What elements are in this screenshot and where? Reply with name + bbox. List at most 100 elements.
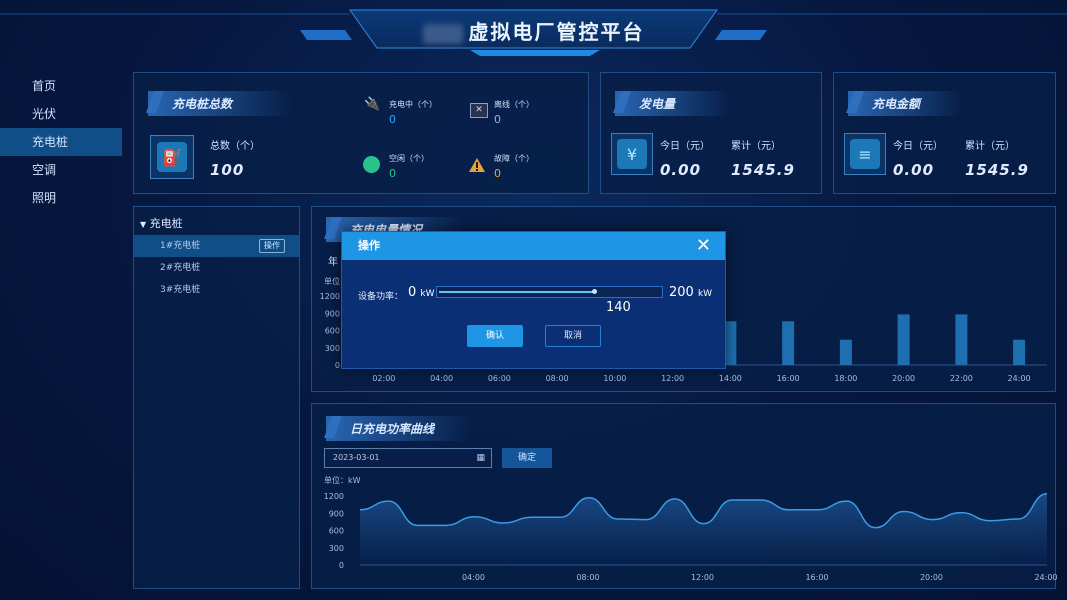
close-icon[interactable]: ✕	[696, 232, 711, 260]
charging-label: 充电中（个）	[389, 100, 437, 109]
logo-blurred	[422, 23, 463, 44]
amount-total-label: 累计（元）	[965, 141, 1015, 152]
total-value: 100	[210, 161, 245, 179]
x-tick-label: 04:00	[462, 573, 485, 582]
modal-header: 操作 ✕	[342, 232, 725, 260]
total-label: 总数（个）	[210, 141, 260, 152]
y-tick-label: 0	[339, 561, 344, 570]
y-tick-label: 300	[329, 544, 344, 553]
line-chart: 1200 900 600 300 0 04:00 08:00 12:00 16:00 20:00 2…	[324, 492, 1057, 582]
amount-today-value: 0.00	[893, 161, 935, 179]
charging-value: 0	[389, 113, 396, 126]
ok-button[interactable]: 确认	[467, 325, 523, 347]
y-tick-label: 0	[335, 361, 340, 370]
panel-title: 充电金额	[848, 91, 964, 116]
power-slider[interactable]	[436, 286, 663, 298]
ev-charger-icon: ⛽	[157, 142, 187, 172]
bar	[955, 314, 968, 365]
x-tick-label: 22:00	[950, 374, 973, 383]
power-label: 设备功率：	[358, 292, 404, 302]
nav-item-home[interactable]: 首页	[0, 72, 122, 100]
panel-title-wrap: 发电量	[612, 91, 731, 116]
offline-monitor-icon: ✕	[470, 103, 488, 118]
x-tick-label: 20:00	[920, 573, 943, 582]
slider-fill	[439, 291, 594, 293]
nav-item-ac[interactable]: 空调	[0, 156, 122, 184]
tree-root-label: 充电桩	[149, 217, 183, 230]
idle-label: 空闲（个）	[389, 154, 429, 163]
tree-root[interactable]: ▼ 充电桩	[140, 215, 183, 231]
slider-max-value: 200	[669, 285, 694, 300]
x-tick-label: 20:00	[892, 374, 915, 383]
bar	[782, 321, 795, 365]
slider-min-unit: kW	[420, 289, 435, 299]
generation-panel: 发电量 ¥ 今日（元） 0.00 累计（元） 1545.9	[600, 72, 822, 194]
x-tick-label: 08:00	[576, 573, 599, 582]
line-chart-panel: 日充电功率曲线 2023-03-01 ▦ 确定 单位：kW 1200 900 600…	[311, 403, 1057, 589]
offline-value: 0	[494, 113, 501, 126]
gen-today-label: 今日（元）	[660, 141, 710, 152]
clock-icon	[363, 156, 380, 173]
panel-title-wrap: 充电桩总数	[145, 91, 294, 116]
x-tick-label: 12:00	[661, 374, 684, 383]
bar	[897, 314, 910, 365]
tree-list: 1#充电桩 操作 2#充电桩 3#充电桩	[134, 235, 299, 301]
panel-title-wrap: 充电金额	[845, 91, 964, 116]
x-tick-label: 24:00	[1034, 573, 1057, 582]
x-tick-label: 18:00	[834, 374, 857, 383]
y-tick-label: 300	[325, 344, 340, 353]
amount-today-label: 今日（元）	[893, 141, 943, 152]
x-tick-label: 04:00	[430, 374, 453, 383]
tree-item-label: 1#充电桩	[160, 241, 201, 251]
panel-title: 发电量	[615, 91, 731, 116]
sidebar-nav: 首页 光伏 充电桩 空调 照明	[0, 72, 122, 212]
tree-item-1[interactable]: 1#充电桩 操作	[134, 235, 299, 257]
slider-max-unit: kW	[697, 289, 713, 299]
slider-min: 0 kW	[408, 285, 435, 300]
cancel-button[interactable]: 取消	[545, 325, 601, 347]
amount-total-value: 1545.9	[965, 161, 1029, 179]
x-tick-label: 16:00	[777, 374, 800, 383]
charger-icon-box: ⛽	[150, 135, 194, 179]
platform-title: 虚拟电厂管控平台	[0, 16, 1067, 45]
x-tick-label: 14:00	[719, 374, 742, 383]
modal-title: 操作	[358, 239, 380, 252]
nav-item-charging[interactable]: 充电桩	[0, 128, 122, 156]
plug-icon: 🔌	[364, 97, 381, 112]
nav-item-pv[interactable]: 光伏	[0, 100, 122, 128]
operate-button[interactable]: 操作	[259, 239, 285, 253]
line-area	[360, 493, 1047, 565]
bar	[724, 321, 737, 365]
panel-title: 充电桩总数	[148, 91, 294, 116]
offline-label: 离线（个）	[494, 100, 534, 109]
x-tick-label: 24:00	[1008, 374, 1031, 383]
x-tick-label: 08:00	[546, 374, 569, 383]
tree-item-3[interactable]: 3#充电桩	[134, 279, 299, 301]
charging-amount-panel: 充电金额 ≡ 今日（元） 0.00 累计（元） 1545.9	[833, 72, 1056, 194]
charger-tree-panel: ▼ 充电桩 1#充电桩 操作 2#充电桩 3#充电桩	[133, 206, 300, 589]
fault-label: 故障（个）	[494, 154, 534, 163]
coin-stack-icon: ≡	[850, 139, 880, 169]
x-tick-label: 06:00	[488, 374, 511, 383]
tree-item-2[interactable]: 2#充电桩	[134, 257, 299, 279]
x-tick-label: 10:00	[603, 374, 626, 383]
y-tick-label: 900	[329, 509, 344, 518]
y-tick-label: 600	[329, 527, 344, 536]
operation-modal: 操作 ✕ 设备功率： 0 kW 200 kW 140 确认 取消	[341, 231, 726, 369]
caret-down-icon: ▼	[140, 220, 147, 229]
bar	[839, 339, 852, 365]
y-tick-label: 600	[325, 327, 340, 336]
platform-title-text: 虚拟电厂管控平台	[468, 20, 645, 44]
slider-current-value: 140	[606, 300, 631, 315]
gen-total-value: 1545.9	[731, 161, 795, 179]
y-tick-label: 900	[325, 309, 340, 318]
slider-thumb[interactable]	[591, 289, 597, 294]
nav-item-lighting[interactable]: 照明	[0, 184, 122, 212]
x-tick-label: 16:00	[805, 573, 828, 582]
fault-value: 0	[494, 167, 501, 180]
charging-total-panel: 充电桩总数 ⛽ 总数（个） 100 🔌 充电中（个） 0 ✕ 离线（个） 0 空…	[133, 72, 589, 194]
gen-total-label: 累计（元）	[731, 141, 781, 152]
bar	[1013, 339, 1026, 365]
coins-icon-box: ≡	[844, 133, 886, 175]
slider-max: 200 kW	[669, 285, 712, 300]
